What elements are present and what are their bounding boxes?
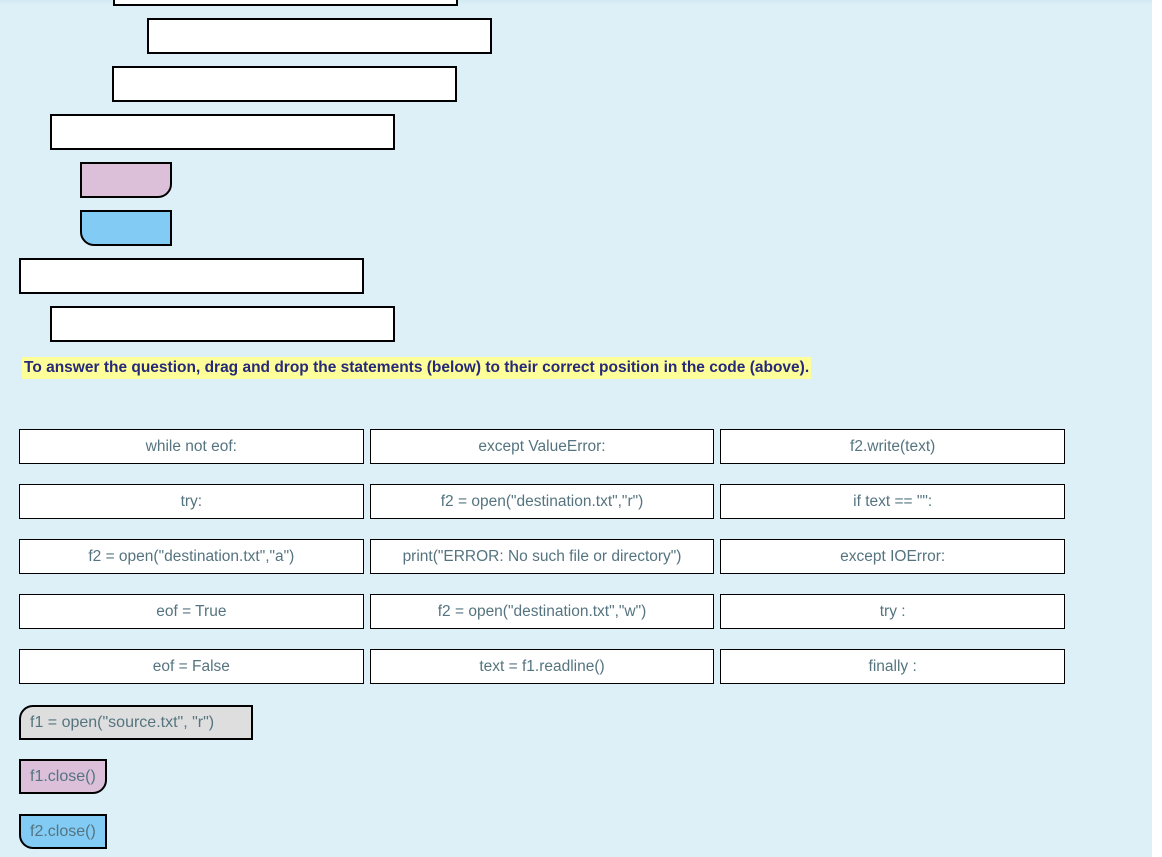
instruction-text: To answer the question, drag and drop th… bbox=[22, 357, 812, 379]
placed-code-chip-1[interactable] bbox=[80, 210, 172, 246]
statement-bank-row: eof = True f2 = open("destination.txt","w… bbox=[19, 594, 1066, 629]
statement-option[interactable]: f2 = open("destination.txt","r") bbox=[369, 484, 715, 519]
statement-option[interactable]: except ValueError: bbox=[369, 429, 715, 464]
question-canvas: To answer the question, drag and drop th… bbox=[0, 0, 1152, 857]
statement-option[interactable]: eof = True bbox=[19, 594, 364, 629]
chip-f1-close[interactable]: f1.close() bbox=[19, 759, 107, 794]
statement-bank: while not eof: except ValueError: f2.write… bbox=[19, 429, 1066, 704]
statement-option[interactable]: f2 = open("destination.txt","w") bbox=[369, 594, 715, 629]
chip-f2-close[interactable]: f2.close() bbox=[19, 814, 107, 849]
page-root: To answer the question, drag and drop th… bbox=[0, 0, 1162, 857]
right-gutter bbox=[1152, 0, 1162, 857]
statement-option[interactable]: if text == "": bbox=[720, 484, 1066, 519]
code-dropzone-4[interactable] bbox=[19, 258, 364, 294]
statement-option[interactable]: finally : bbox=[720, 649, 1066, 684]
statement-bank-row: eof = False text = f1.readline() finally : bbox=[19, 649, 1066, 684]
placed-code-chip-0[interactable] bbox=[80, 162, 172, 198]
code-dropzone-3[interactable] bbox=[50, 114, 395, 150]
code-dropzone-1[interactable] bbox=[147, 18, 492, 54]
statement-option[interactable]: f2 = open("destination.txt","a") bbox=[19, 539, 364, 574]
statement-option[interactable]: while not eof: bbox=[19, 429, 364, 464]
chip-f1-open[interactable]: f1 = open("source.txt", "r") bbox=[19, 705, 253, 740]
statement-option[interactable]: try : bbox=[720, 594, 1066, 629]
statement-bank-row: try: f2 = open("destination.txt","r") if t… bbox=[19, 484, 1066, 519]
statement-option[interactable]: eof = False bbox=[19, 649, 364, 684]
code-dropzone-2[interactable] bbox=[112, 66, 457, 102]
code-dropzone-5[interactable] bbox=[50, 306, 395, 342]
statement-bank-row: f2 = open("destination.txt","a") print("E… bbox=[19, 539, 1066, 574]
statement-option[interactable]: except IOError: bbox=[720, 539, 1066, 574]
statement-bank-row: while not eof: except ValueError: f2.write… bbox=[19, 429, 1066, 464]
statement-option[interactable]: print("ERROR: No such file or directory"… bbox=[369, 539, 715, 574]
statement-option[interactable]: text = f1.readline() bbox=[369, 649, 715, 684]
code-dropzone-0[interactable] bbox=[113, 0, 458, 6]
statement-option[interactable]: try: bbox=[19, 484, 364, 519]
statement-option[interactable]: f2.write(text) bbox=[720, 429, 1066, 464]
